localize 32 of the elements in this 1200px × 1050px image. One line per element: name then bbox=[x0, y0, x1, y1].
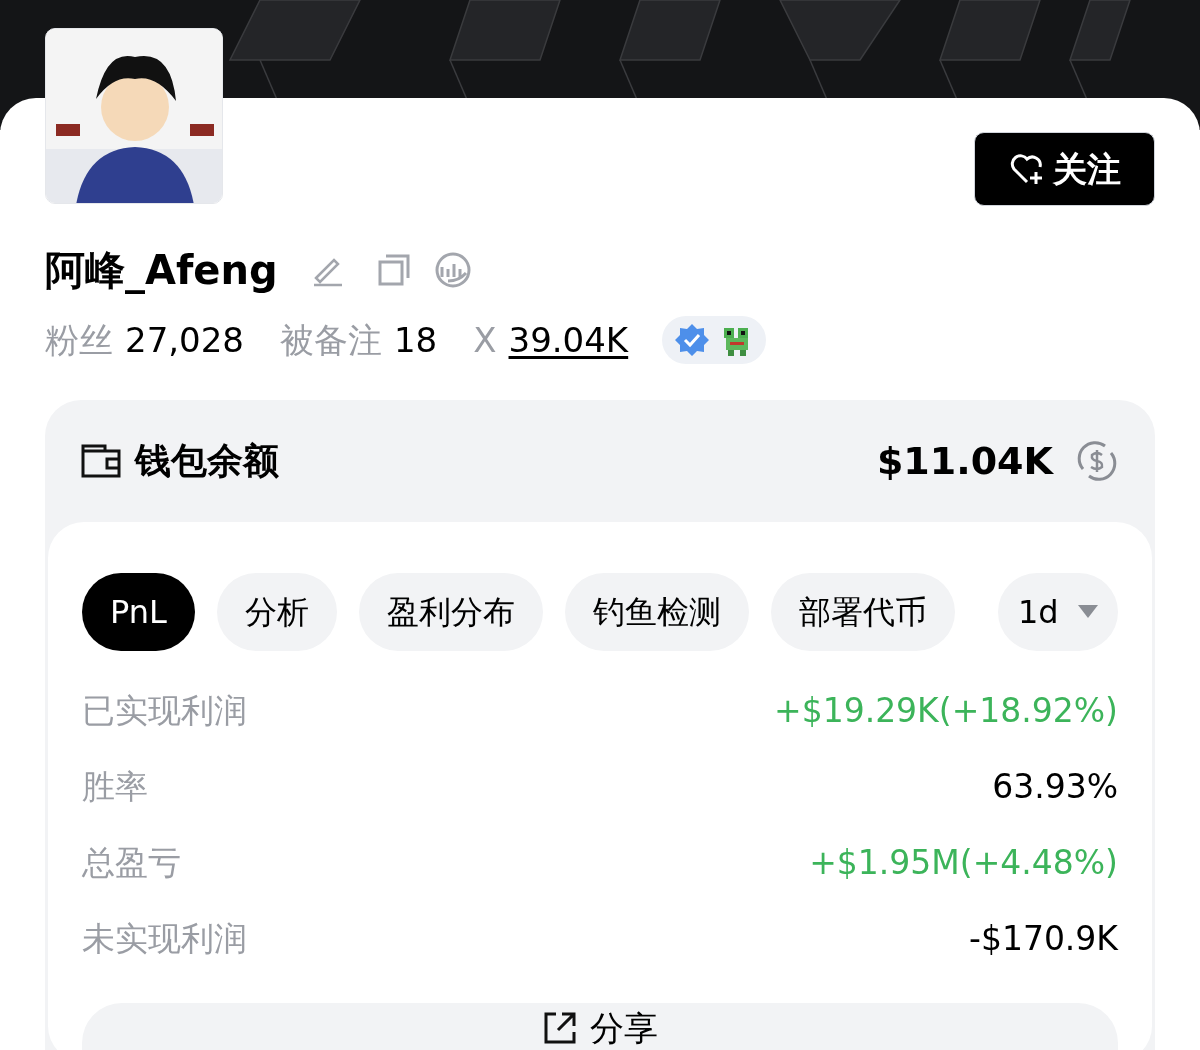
stat-value: 63.93% bbox=[992, 766, 1118, 809]
verified-icon bbox=[674, 322, 711, 358]
stat-label: X bbox=[473, 318, 497, 362]
filter-tab[interactable]: 部署代币 bbox=[770, 573, 955, 651]
stat-label: 已实现利润 bbox=[82, 690, 247, 733]
stat-value: -$170.9K bbox=[969, 918, 1118, 961]
dropdown-caret-icon bbox=[1078, 605, 1098, 619]
stat-label: 胜率 bbox=[82, 766, 148, 809]
username: 阿峰_Afeng bbox=[45, 246, 278, 296]
filter-tab[interactable]: 钓鱼检测 bbox=[564, 573, 749, 651]
share-icon bbox=[542, 1010, 578, 1046]
chart-icon[interactable] bbox=[433, 251, 472, 289]
wallet-title: 钱包余额 bbox=[135, 439, 279, 483]
stat-label: 未实现利润 bbox=[82, 918, 247, 961]
filter-tab[interactable]: 分析 bbox=[216, 573, 337, 651]
filter-tab[interactable]: PnL bbox=[82, 573, 195, 651]
wallet-icon bbox=[81, 443, 121, 479]
stat-link[interactable]: 39.04K bbox=[508, 314, 629, 366]
stat-value: +$1.95M(+4.48%) bbox=[809, 842, 1118, 885]
stat-value: +$19.29K(+18.92%) bbox=[774, 690, 1118, 733]
currency-swap-icon[interactable] bbox=[1075, 439, 1119, 483]
stat-value: 27,028 bbox=[125, 318, 244, 362]
stat-value: 18 bbox=[393, 318, 438, 362]
stat-label: 粉丝 bbox=[45, 318, 113, 362]
stat-label: 总盈亏 bbox=[82, 842, 181, 885]
follow-button[interactable]: 关注 bbox=[974, 132, 1155, 206]
wallet-balance: $11.04K bbox=[876, 437, 1053, 485]
share-button[interactable]: 分享 bbox=[542, 1007, 658, 1049]
filter-tab[interactable]: 盈利分布 bbox=[358, 573, 543, 651]
stat-label: 被备注 bbox=[279, 318, 382, 362]
period-dropdown[interactable]: 1d bbox=[998, 573, 1118, 651]
heart-plus-icon bbox=[1008, 152, 1045, 186]
